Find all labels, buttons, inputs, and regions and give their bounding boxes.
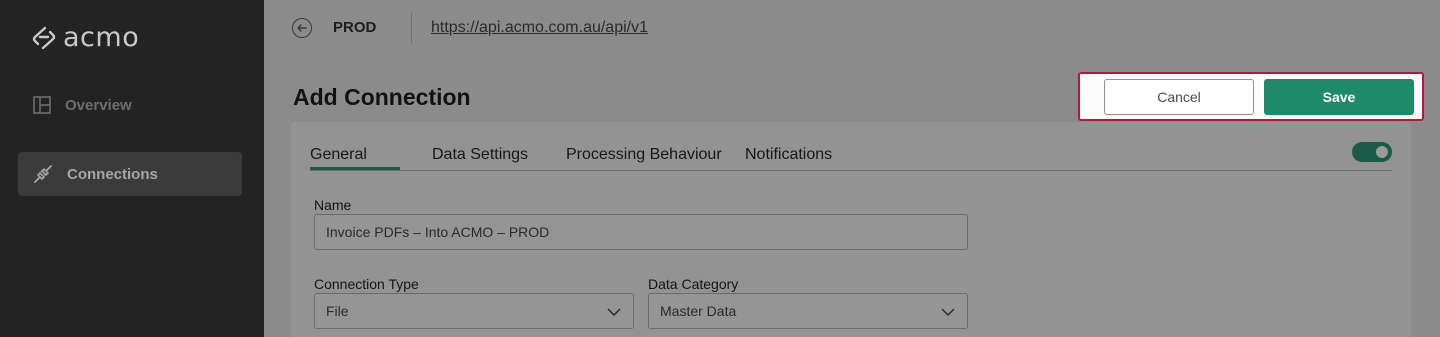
environment-label: PROD	[333, 19, 377, 36]
chevron-down-icon	[941, 308, 955, 317]
toggle-knob	[1376, 146, 1388, 158]
logo-text: acmo	[63, 22, 140, 53]
tab-data-settings[interactable]: Data Settings	[432, 146, 528, 164]
save-button[interactable]: Save	[1264, 79, 1414, 115]
data-category-value: Master Data	[660, 303, 737, 319]
tabs-divider	[310, 170, 1392, 171]
acmo-logo-icon	[32, 26, 56, 49]
tab-processing-behaviour[interactable]: Processing Behaviour	[566, 146, 722, 164]
active-tab-indicator	[310, 167, 400, 170]
connection-type-value: File	[326, 303, 349, 319]
sidebar-item-overview[interactable]: Overview	[18, 83, 242, 127]
chevron-down-icon	[607, 308, 621, 317]
arrow-left-icon	[297, 24, 307, 32]
api-url-link[interactable]: https://api.acmo.com.au/api/v1	[431, 19, 648, 37]
back-button[interactable]	[292, 18, 312, 38]
plug-icon	[34, 165, 52, 183]
tab-general[interactable]: General	[310, 146, 367, 164]
divider	[411, 13, 412, 43]
layout-icon	[33, 96, 51, 114]
enabled-toggle[interactable]	[1352, 142, 1392, 162]
tab-notifications[interactable]: Notifications	[745, 146, 832, 164]
sidebar-item-label: Overview	[65, 96, 132, 114]
top-bar: PROD https://api.acmo.com.au/api/v1	[264, 0, 1440, 56]
connection-type-select[interactable]: File	[314, 293, 634, 329]
sidebar: acmo Overview Connections	[0, 0, 264, 337]
connection-type-label: Connection Type	[314, 276, 419, 292]
name-label: Name	[314, 197, 352, 213]
sidebar-item-label: Connections	[67, 165, 158, 183]
name-input[interactable]: Invoice PDFs – Into ACMO – PROD	[314, 214, 968, 250]
page-title: Add Connection	[293, 84, 471, 110]
sidebar-item-connections[interactable]: Connections	[18, 152, 242, 196]
data-category-label: Data Category	[648, 276, 739, 292]
data-category-select[interactable]: Master Data	[648, 293, 968, 329]
app-logo[interactable]: acmo	[31, 22, 139, 53]
cancel-button[interactable]: Cancel	[1104, 79, 1254, 115]
